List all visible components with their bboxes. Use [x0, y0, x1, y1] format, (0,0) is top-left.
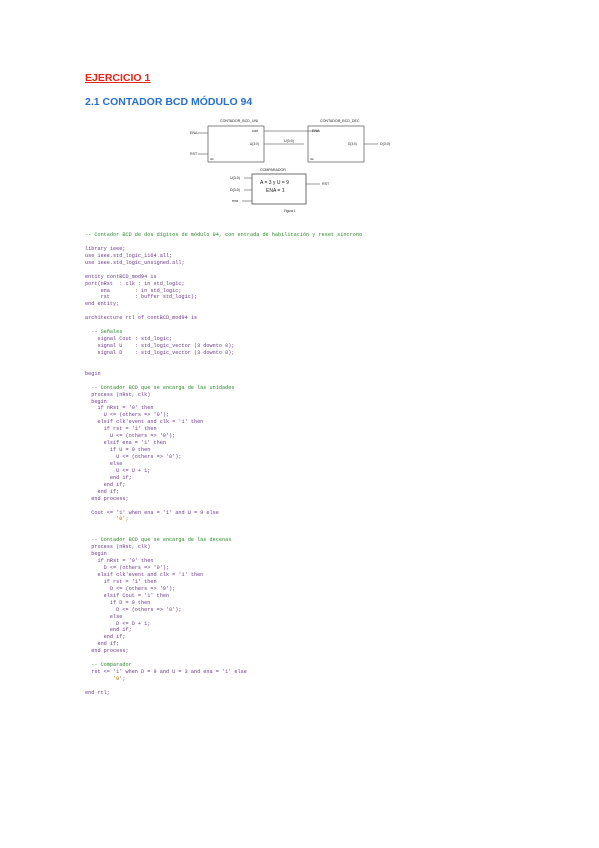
code-line: end if; — [85, 481, 126, 488]
label-clk: clk — [210, 157, 214, 161]
label-d-pin: D(3:0) — [348, 142, 357, 146]
comparator-ena-in: ena — [232, 199, 238, 203]
code-line: elsif ena = '1' then — [85, 440, 166, 447]
comparator-expr-1: A = 3 y U = 9 — [260, 180, 289, 186]
code-line: end rtl; — [85, 689, 110, 696]
comparator-d-in: D(3:0) — [230, 188, 240, 192]
code-line: U <= (others => '0'); — [85, 433, 176, 440]
code-line: -- Señales — [85, 329, 123, 336]
code-line: D <= (others => '0'); — [85, 565, 170, 571]
comparator-rst-out: RST — [322, 182, 330, 186]
code-line: U <= U + 1; — [85, 467, 151, 474]
code-line: use ieee.std_logic_1164.all; — [85, 252, 173, 259]
code-line: U <= (others => '0'); — [85, 412, 170, 419]
code-line: if nRst = '0' then — [85, 405, 154, 412]
code-line: begin — [85, 551, 107, 558]
code-line: U <= (others => '0'); — [85, 454, 182, 460]
label-cout: cout — [252, 129, 258, 133]
code-line: D <= D + 1; — [85, 620, 151, 627]
code-line: elsif clk'event and clk = '1' then — [85, 419, 204, 426]
block-diagram: CONTADOR_BCD_UNI ENA RST cout U(3:0) clk… — [190, 119, 390, 213]
code-line: '0'; — [85, 676, 126, 682]
code-line: entity contBCD_mod94 is — [85, 273, 157, 280]
code-line: end if; — [85, 474, 132, 481]
code-line: signal D : std_logic_vector (3 downto 0)… — [85, 349, 235, 356]
code-line: begin — [85, 370, 101, 377]
code-line: -- Contador BCD que se encarga de las un… — [85, 384, 235, 391]
code-line: begin — [85, 398, 107, 405]
label-rst-in: RST — [190, 152, 198, 156]
code-line: '0'; — [85, 516, 129, 523]
code-line: D <= (others => '0'); — [85, 585, 176, 592]
code-line: -- Comparador — [85, 662, 132, 669]
label-u-bus: U(3:0) — [284, 139, 294, 143]
code-line: signal U : std_logic_vector (3 downto 0)… — [85, 343, 235, 349]
code-line: ena : in std_logic; — [85, 287, 182, 294]
label-u-pin: U(3:0) — [250, 142, 259, 146]
exercise-heading: EJERCICIO 1 — [85, 72, 151, 84]
comparator-title: COMPARADOR — [260, 168, 286, 172]
code-line: else — [85, 460, 123, 467]
code-line: use ieee.std_logic_unsigned.all; — [85, 259, 185, 266]
code-line: end entity; — [85, 301, 120, 308]
code-line: if rst = '1' then — [85, 426, 157, 433]
code-line: library ieee; — [85, 245, 126, 252]
code-line: architecture rtl of contBCD_mod94 is — [85, 315, 198, 322]
comparator-u-in: U(3:0) — [230, 176, 240, 180]
code-line: elsif clk'event and clk = '1' then — [85, 571, 204, 578]
figure-caption: Figura 1 — [284, 209, 296, 213]
code-line: -- Contador BCD de dos dígitos de módulo… — [85, 232, 363, 238]
code-line: end process; — [85, 495, 129, 502]
label-ena-in: ENA — [190, 131, 198, 135]
code-line: end if; — [85, 634, 126, 641]
code-line: elsif Cout = '1' then — [85, 592, 170, 599]
code-line: end if; — [85, 488, 120, 495]
code-line: if rst = '1' then — [85, 578, 157, 585]
code-line: process (nRst, clk) — [85, 391, 151, 398]
vhdl-code-block: -- Contador BCD de dos dígitos de módulo… — [85, 232, 565, 697]
code-line: end process; — [85, 648, 129, 655]
code-line: rst <= '1' when D = 9 and U = 3 and ena … — [85, 669, 247, 676]
label-clk2: clk — [310, 157, 314, 161]
comparator-expr-2: ENA = 1 — [266, 188, 285, 194]
code-line: if nRst = '0' then — [85, 558, 154, 565]
block-tens-title: CONTADOR_BCD_DEC — [320, 119, 360, 123]
code-line: else — [85, 613, 123, 620]
code-line: signal Cout : std_logic; — [85, 336, 173, 343]
section-heading: 2.1 CONTADOR BCD MÓDULO 94 — [85, 96, 253, 108]
code-line: D <= (others => '0'); — [85, 606, 182, 613]
code-line: port(nRst : clk : in std_logic; — [85, 280, 185, 287]
code-line: if U = 9 then — [85, 447, 151, 454]
code-line: process (nRst, clk) — [85, 544, 151, 551]
code-line: -- Contador BCD que se encarga de las de… — [85, 537, 232, 544]
code-line: end if; — [85, 641, 120, 648]
document-page: EJERCICIO 1 2.1 CONTADOR BCD MÓDULO 94 C… — [0, 0, 599, 848]
code-line: end if; — [85, 627, 132, 634]
code-line: Cout <= '1' when ena = '1' and U = 9 els… — [85, 509, 219, 516]
code-line: if D = 9 then — [85, 599, 151, 606]
block-units-title: CONTADOR_BCD_UNI — [220, 119, 258, 123]
label-d-bus: D(3:0) — [380, 142, 390, 146]
code-line: rst : buffer std_logic); — [85, 294, 198, 301]
